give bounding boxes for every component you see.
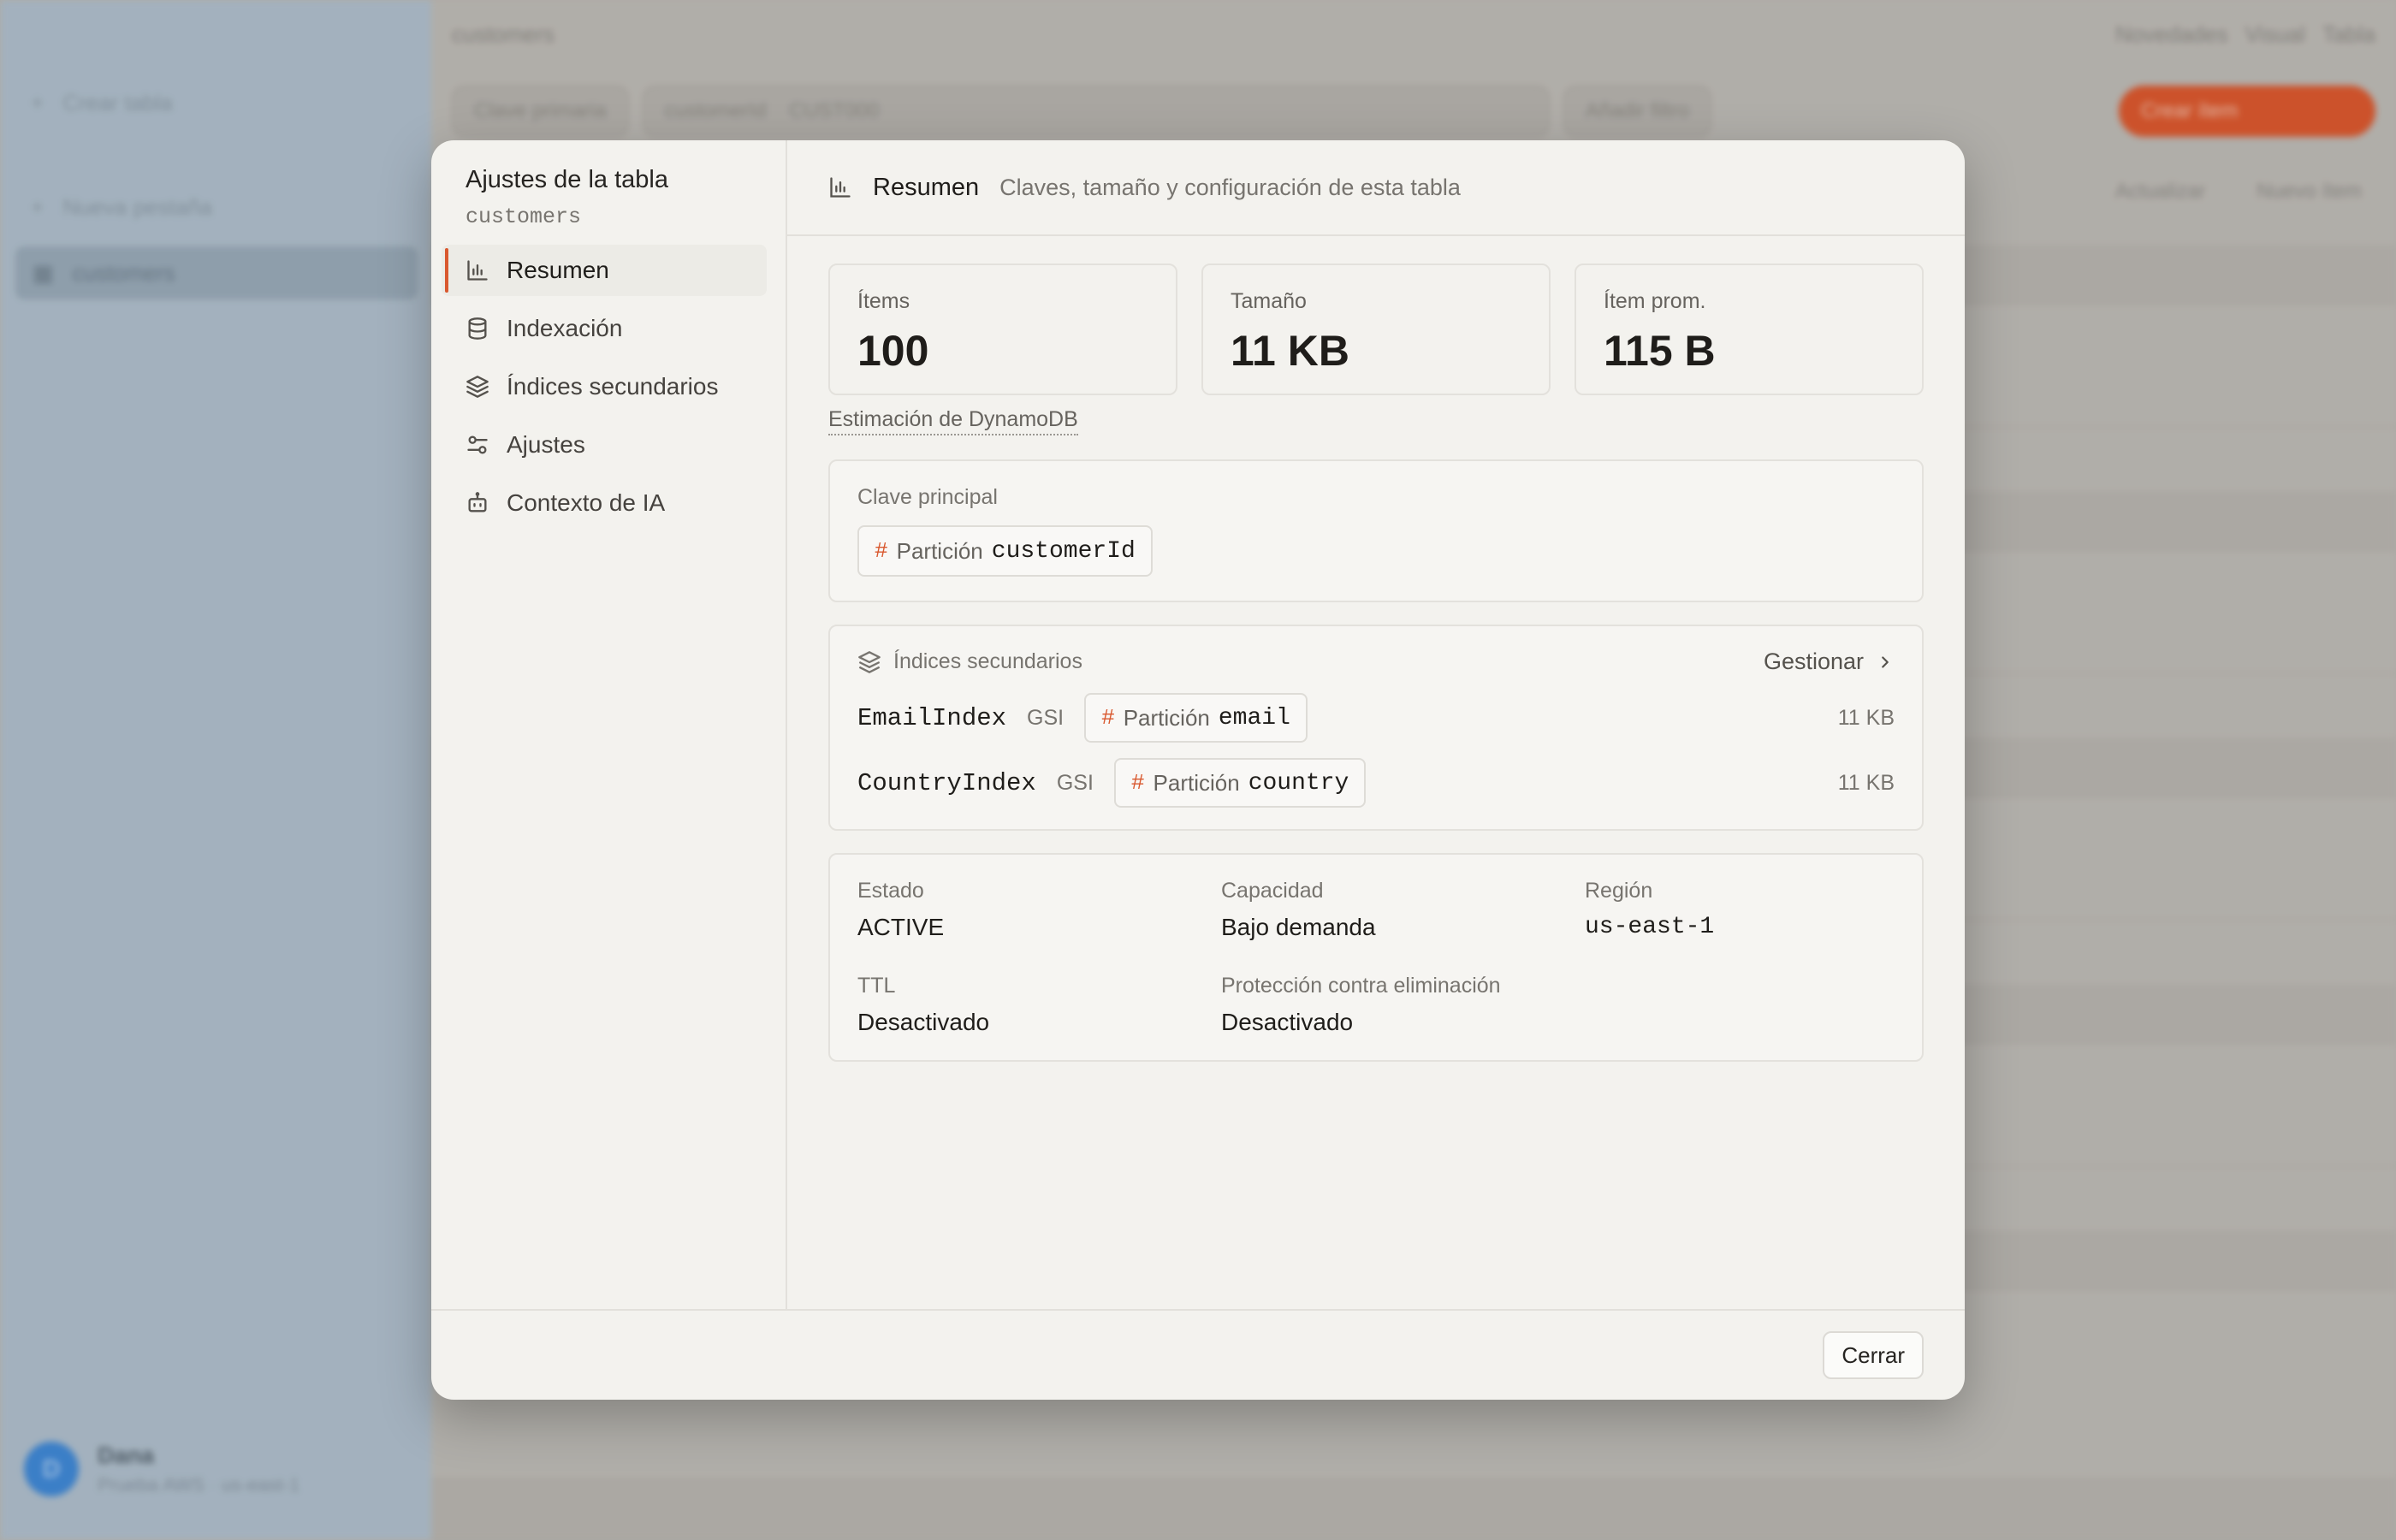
bar-chart-icon [830,177,851,198]
modal-title: Ajustes de la tabla [466,166,668,193]
nav-item-secondary-indexes[interactable]: Índices secundarios [442,361,767,412]
index-row: CountryIndex GSI # Partición country 11 … [857,757,1895,808]
index-type: GSI [1056,770,1094,795]
nav-item-summary[interactable]: Resumen [442,245,767,296]
stat-label: Tamaño [1231,289,1307,313]
deletion-protection-label: Protección contra eliminación [1221,974,1501,998]
secondary-indexes-label: Índices secundarios [893,649,1082,673]
nav-item-label: Contexto de IA [507,489,666,516]
stat-size: Tamaño 11 KB [1201,264,1551,395]
ttl-field: TTL Desactivado [857,974,1221,1036]
stat-label: Ítems [857,289,910,313]
estimate-note[interactable]: Estimación de DynamoDB [828,407,1078,435]
stat-value: 11 KB [1231,327,1349,375]
status-field: Estado ACTIVE [857,879,1221,941]
primary-key-label: Clave principal [857,485,998,509]
database-icon [466,317,489,341]
ttl-value: Desactivado [857,1009,990,1035]
modal-sidebar: Ajustes de la tabla customers Resumen In… [431,140,787,1309]
table-settings-modal: Ajustes de la tabla customers Resumen In… [431,140,1965,1400]
table-details-card: Estado ACTIVE Capacidad Bajo demanda Reg… [828,853,1924,1062]
hash-icon: # [1130,770,1145,796]
index-size: 11 KB [1837,705,1895,730]
stats-row: Ítems 100 Tamaño 11 KB Ítem prom. 115 B [828,264,1924,395]
region-value: us-east-1 [1585,914,1715,940]
status-value: ACTIVE [857,914,945,940]
region-field: Región us-east-1 [1585,879,1895,941]
index-size: 11 KB [1837,770,1895,795]
content-subtitle: Claves, tamaño y configuración de esta t… [999,174,1461,200]
index-type: GSI [1027,705,1065,730]
stat-value: 115 B [1604,327,1716,375]
content-header: Resumen Claves, tamaño y configuración d… [787,140,1965,236]
nav-item-label: Indexación [507,315,623,341]
stat-value: 100 [857,327,929,375]
manage-indexes-button[interactable]: Gestionar [1764,649,1895,675]
nav-item-label: Resumen [507,257,609,283]
key-attribute: country [1248,769,1349,797]
status-label: Estado [857,879,924,903]
bar-chart-icon [466,258,489,282]
capacity-value: Bajo demanda [1221,914,1376,940]
index-name: CountryIndex [857,768,1036,797]
primary-key-card: Clave principal # Partición customerId [828,459,1924,602]
nav-item-label: Índices secundarios [507,373,719,400]
key-attribute: email [1218,704,1290,732]
key-attribute: customerId [991,537,1136,565]
bot-icon [466,491,489,515]
stat-avg-item: Ítem prom. 115 B [1575,264,1924,395]
sliders-icon [466,433,489,457]
modal-footer: Cerrar [431,1309,1965,1400]
index-row: EmailIndex GSI # Partición email 11 KB [857,692,1895,743]
key-type: Partición [1153,769,1240,796]
nav-item-ai-context[interactable]: Contexto de IA [442,477,767,529]
stat-items: Ítems 100 [828,264,1177,395]
secondary-indexes-card: Índices secundarios Gestionar EmailIndex… [828,625,1924,831]
index-name: EmailIndex [857,703,1007,732]
chevron-right-icon [1882,655,1889,668]
modal-table-name: customers [466,204,582,229]
deletion-protection-field: Protección contra eliminación Desactivad… [1221,974,1585,1036]
nav-item-indexing[interactable]: Indexación [442,303,767,354]
content-title: Resumen [873,173,980,201]
key-chip: # Partición country [1113,758,1367,808]
capacity-label: Capacidad [1221,879,1324,903]
key-chip: # Partición customerId [857,525,1153,577]
key-type: Partición [1123,704,1210,731]
hash-icon: # [1101,705,1115,731]
layers-icon [466,375,489,399]
capacity-field: Capacidad Bajo demanda [1221,879,1585,941]
deletion-protection-value: Desactivado [1221,1009,1354,1035]
nav-item-label: Ajustes [507,431,585,458]
ttl-label: TTL [857,974,896,998]
region-label: Región [1585,879,1653,903]
stat-label: Ítem prom. [1604,289,1706,313]
hash-icon: # [875,538,888,564]
modal-content: Resumen Claves, tamaño y configuración d… [787,140,1965,1309]
layers-icon [858,650,881,673]
key-type: Partición [896,537,983,564]
nav-item-settings[interactable]: Ajustes [442,419,767,471]
key-chip: # Partición email [1084,693,1308,743]
close-button[interactable]: Cerrar [1823,1331,1924,1379]
